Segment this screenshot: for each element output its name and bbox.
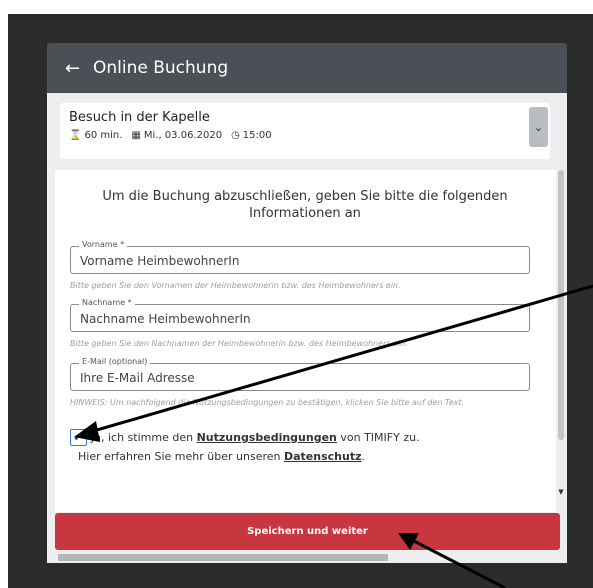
privacy-suffix: . [361,450,365,463]
first-name-placeholder: Vorname HeimbewohnerIn [80,254,240,268]
last-name-label: Nachname * [79,298,135,307]
event-date: Mi., 03.06.2020 [143,130,223,141]
terms-suffix: von TIMIFY zu. [336,431,420,444]
event-duration: 60 min. [84,130,123,141]
modal-header: ← Online Buchung [47,43,567,93]
privacy-link[interactable]: Datenschutz [284,450,362,463]
terms-link[interactable]: Nutzungsbedingungen [197,431,337,444]
event-time: 15:00 [242,130,272,141]
bottom-scrollbar[interactable] [58,554,388,561]
terms-hint: HINWEIS: Um nachfolgend die Nutzungsbedi… [70,398,465,407]
form-scrollbar[interactable]: ▼ [556,170,566,512]
last-name-hint: Bitte geben Sie den Nachnamen der Heimbe… [70,339,408,348]
last-name-field[interactable]: Nachname * Nachname HeimbewohnerIn [70,298,530,332]
event-name: Besuch in der Kapelle [69,110,210,125]
privacy-text: Hier erfahren Sie mehr über unseren Date… [78,450,365,463]
page-title: Online Buchung [93,58,229,78]
terms-prefix: Ja, ich stimme den [91,431,197,444]
first-name-label: Vorname * [79,240,128,249]
email-field[interactable]: E-Mail (optional) Ihre E-Mail Adresse [70,357,530,391]
scrollbar-thumb[interactable] [558,170,564,440]
terms-checkbox[interactable]: ✔ [70,429,87,446]
chevron-down-icon[interactable]: ⌄ [529,107,548,147]
save-and-continue-button[interactable]: Speichern und weiter [55,513,560,550]
scroll-down-arrow-icon[interactable]: ▼ [556,488,566,496]
email-label: E-Mail (optional) [79,357,151,366]
event-summary-card: Besuch in der Kapelle ⌛ 60 min. ▦ Mi., 0… [60,103,550,159]
terms-text[interactable]: Ja, ich stimme den Nutzungsbedingungen v… [91,431,420,444]
hourglass-icon: ⌛ [69,130,82,141]
form-intro: Um die Buchung abzuschließen, geben Sie … [102,189,508,221]
first-name-field[interactable]: Vorname * Vorname HeimbewohnerIn [70,240,530,274]
email-placeholder: Ihre E-Mail Adresse [80,371,195,385]
event-details: ⌛ 60 min. ▦ Mi., 03.06.2020 ◷ 15:00 [69,130,272,141]
first-name-hint: Bitte geben Sie den Vornamen der Heimbew… [70,281,401,290]
last-name-placeholder: Nachname HeimbewohnerIn [80,312,251,326]
checkmark-icon: ✔ [73,430,84,445]
privacy-prefix: Hier erfahren Sie mehr über unseren [78,450,284,463]
clock-icon: ◷ [231,130,240,141]
back-arrow-icon[interactable]: ← [65,58,85,79]
calendar-icon: ▦ [131,130,141,141]
